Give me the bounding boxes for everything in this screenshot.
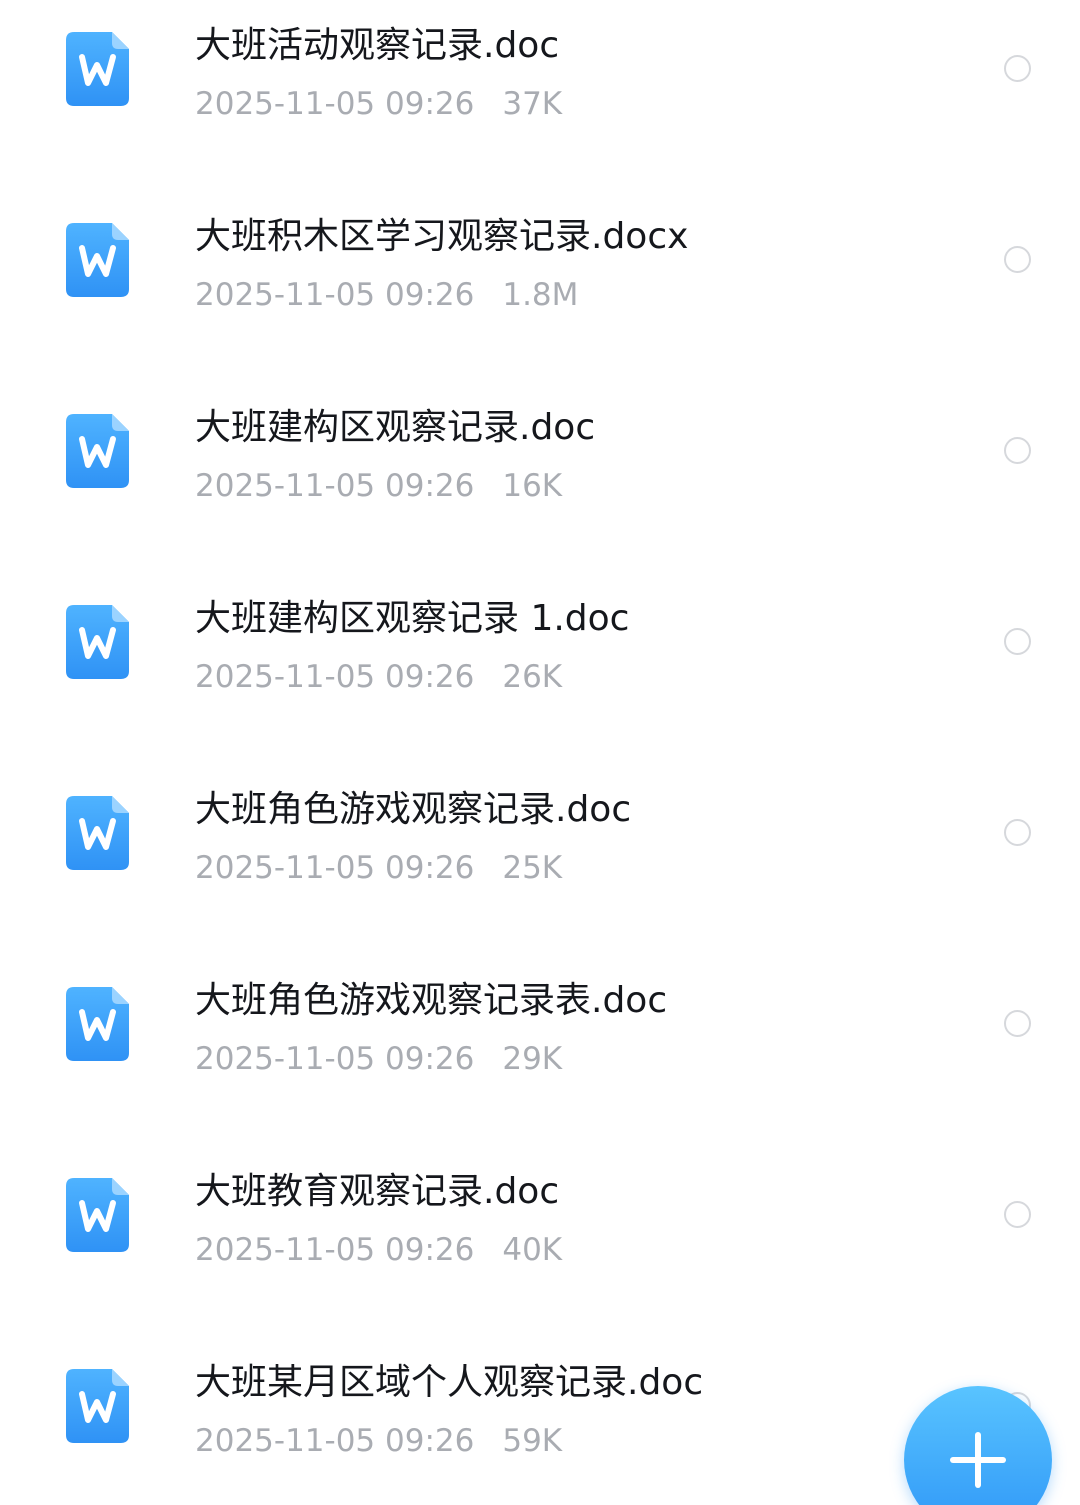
file-date: 2025-11-05 09:26 [195,277,475,313]
file-meta: 2025-11-05 09:26 16K [195,468,562,504]
file-size: 25K [502,850,563,886]
file-date: 2025-11-05 09:26 [195,1232,475,1268]
list-item[interactable]: 大班积木区学习观察记录.docx 2025-11-05 09:26 1.8M [0,191,1080,382]
file-meta: 2025-11-05 09:26 37K [195,86,562,122]
file-date: 2025-11-05 09:26 [195,468,475,504]
file-meta: 2025-11-05 09:26 59K [195,1423,562,1459]
file-name: 大班某月区域个人观察记录.doc [195,1362,704,1403]
file-size: 1.8M [502,277,579,313]
file-date: 2025-11-05 09:26 [195,86,475,122]
file-size: 40K [502,1232,563,1268]
file-name: 大班教育观察记录.doc [195,1171,560,1212]
select-radio[interactable] [1004,437,1031,464]
list-item[interactable]: 大班角色游戏观察记录表.doc 2025-11-05 09:26 29K [0,955,1080,1146]
word-doc-icon [66,414,129,488]
file-name: 大班角色游戏观察记录.doc [195,789,632,830]
file-name: 大班建构区观察记录.doc [195,407,596,448]
select-radio[interactable] [1004,246,1031,273]
word-doc-icon [66,1178,129,1252]
word-doc-icon [66,223,129,297]
file-name: 大班活动观察记录.doc [195,25,560,66]
list-item[interactable]: 大班建构区观察记录 1.doc 2025-11-05 09:26 26K [0,573,1080,764]
file-meta: 2025-11-05 09:26 26K [195,659,562,695]
file-date: 2025-11-05 09:26 [195,1041,475,1077]
file-meta: 2025-11-05 09:26 29K [195,1041,562,1077]
list-item[interactable]: 大班建构区观察记录.doc 2025-11-05 09:26 16K [0,382,1080,573]
word-doc-icon [66,605,129,679]
list-item[interactable]: 大班教育观察记录.doc 2025-11-05 09:26 40K [0,1146,1080,1337]
file-size: 37K [502,86,563,122]
file-name: 大班积木区学习观察记录.docx [195,216,689,257]
plus-icon [950,1432,1006,1488]
file-name: 大班角色游戏观察记录表.doc [195,980,668,1021]
word-doc-icon [66,1369,129,1443]
select-radio[interactable] [1004,1010,1031,1037]
list-item[interactable]: 大班活动观察记录.doc 2025-11-05 09:26 37K [0,0,1080,191]
file-meta: 2025-11-05 09:26 1.8M [195,277,578,313]
select-radio[interactable] [1004,55,1031,82]
file-meta: 2025-11-05 09:26 40K [195,1232,562,1268]
file-list-screen: 大班活动观察记录.doc 2025-11-05 09:26 37K 大班积木区学习… [0,0,1080,1505]
select-radio[interactable] [1004,819,1031,846]
list-item[interactable]: 大班角色游戏观察记录.doc 2025-11-05 09:26 25K [0,764,1080,955]
file-name: 大班建构区观察记录 1.doc [195,598,630,639]
file-date: 2025-11-05 09:26 [195,659,475,695]
select-radio[interactable] [1004,628,1031,655]
select-radio[interactable] [1004,1201,1031,1228]
file-meta: 2025-11-05 09:26 25K [195,850,562,886]
file-date: 2025-11-05 09:26 [195,850,475,886]
file-size: 29K [502,1041,563,1077]
file-date: 2025-11-05 09:26 [195,1423,475,1459]
word-doc-icon [66,987,129,1061]
word-doc-icon [66,32,129,106]
word-doc-icon [66,796,129,870]
file-size: 16K [502,468,563,504]
file-size: 26K [502,659,563,695]
file-size: 59K [502,1423,563,1459]
